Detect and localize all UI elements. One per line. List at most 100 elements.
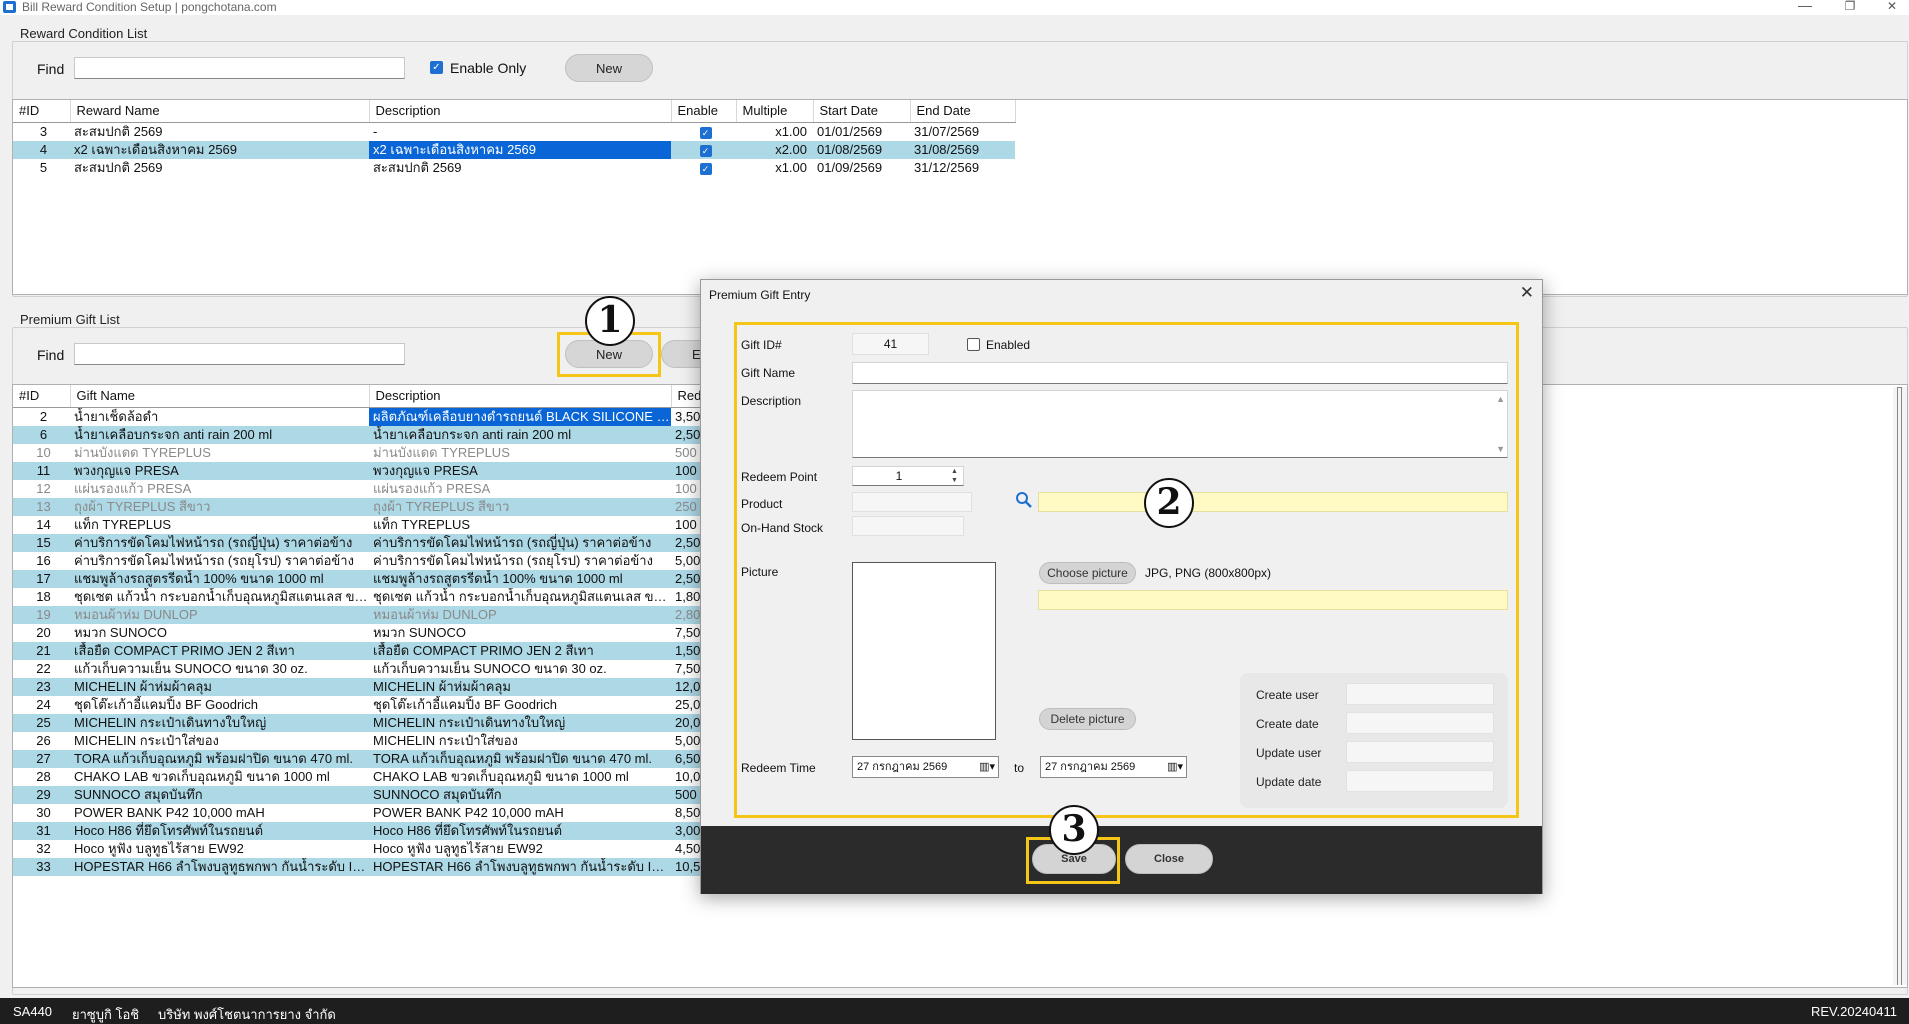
cell-enable[interactable]: ✓ — [671, 159, 736, 177]
cell-id: 28 — [36, 768, 51, 784]
cell-id: 23 — [13, 677, 70, 696]
cell-desc: CHAKO LAB ขวดเก็บอุณหภูมิ ขนาด 1000 ml — [373, 768, 629, 784]
reward-condition-group-label: Reward Condition List — [17, 26, 151, 41]
redeem-to-date[interactable]: 27 กรกฎาคม 2569 ▥▾ — [1040, 756, 1187, 778]
col-description[interactable]: Description — [369, 385, 672, 408]
reward-new-button[interactable]: New — [565, 54, 653, 82]
cell-multiple: x1.00 — [775, 123, 807, 139]
reward-grid[interactable]: #ID Reward Name Description Enable Multi… — [12, 99, 1908, 295]
redeem-point-stepper[interactable]: 1 — [852, 466, 964, 486]
checkbox-icon[interactable]: ✓ — [699, 144, 712, 157]
cell-desc: พวงกุญแจ PRESA — [369, 461, 671, 480]
redeem-from-date[interactable]: 27 กรกฎาคม 2569 ▥▾ — [852, 756, 999, 778]
product-code-input[interactable] — [852, 492, 972, 512]
col-id[interactable]: #ID — [13, 385, 71, 408]
stepper-arrows-icon[interactable]: ▲ ▼ — [951, 467, 958, 485]
scroll-down-icon[interactable]: ▼ — [1496, 444, 1505, 454]
cell-desc: MICHELIN ผ้าห่มผ้าคลุม — [369, 677, 671, 696]
cell-desc: POWER BANK P42 10,000 mAH — [373, 804, 564, 820]
enabled-label: Enabled — [986, 338, 1031, 352]
close-window-icon[interactable]: ✕ — [1882, 0, 1902, 13]
col-reward-name[interactable]: Reward Name — [70, 100, 370, 123]
gift-id-label: Gift ID# — [741, 338, 782, 352]
col-enable[interactable]: Enable — [671, 100, 737, 123]
cell-id: 13 — [13, 497, 70, 516]
cell-id: 6 — [13, 425, 70, 444]
status-revision: REV.20240411 — [1810, 1004, 1897, 1019]
gift-name-input[interactable] — [852, 362, 1508, 384]
col-multiple[interactable]: Multiple — [736, 100, 814, 123]
checkbox-icon[interactable]: ✓ — [699, 162, 712, 175]
dialog-close-icon[interactable]: ✕ — [1520, 283, 1534, 303]
status-branch-code: SA440 — [13, 1004, 53, 1019]
gift-find-label: Find — [37, 347, 65, 363]
audit-panel: Create user Create date Update user Upda… — [1240, 673, 1508, 808]
cell-desc: แผ่นรองแก้ว PRESA — [373, 480, 491, 496]
cell-desc: ถุงผ้า TYREPLUS สีขาว — [369, 497, 671, 516]
cell-desc: TORA แก้วเก็บอุณหภูมิ พร้อมฝาปิด ขนาด 47… — [369, 749, 671, 768]
redeem-from-value: 27 กรกฎาคม 2569 — [857, 761, 948, 773]
choose-picture-button[interactable]: Choose picture — [1039, 562, 1136, 584]
gift-find-input[interactable] — [74, 343, 405, 365]
cell-id: 32 — [36, 840, 51, 856]
cell-enable[interactable]: ✓ — [671, 122, 736, 141]
col-end-date[interactable]: End Date — [910, 100, 1016, 123]
cell-name: น้ำยาเช็ดล้อดำ — [74, 408, 159, 424]
checkbox-icon[interactable]: ✓ — [699, 126, 712, 139]
redeem-time-label: Redeem Time — [741, 761, 816, 775]
cell-id: 31 — [13, 821, 70, 840]
cell-desc: x2 เฉพาะเดือนสิงหาคม 2569 — [369, 140, 671, 159]
cell-id: 19 — [13, 605, 70, 624]
calendar-icon[interactable]: ▥▾ — [979, 757, 995, 777]
cell-enable[interactable]: ✓ — [671, 140, 736, 159]
cell-name: ม่านบังแดด TYREPLUS — [74, 444, 211, 460]
close-button[interactable]: Close — [1125, 844, 1213, 874]
cell-id: 27 — [13, 749, 70, 768]
cell-name: CHAKO LAB ขวดเก็บอุณหภูมิ ขนาด 1000 ml — [74, 768, 330, 784]
table-row[interactable]: 4 x2 เฉพาะเดือนสิงหาคม 2569 x2 เฉพาะเดือ… — [13, 140, 1015, 159]
cell-id: 33 — [13, 857, 70, 876]
cell-desc: ชุดเซต แก้วน้ำ กระบอกน้ำเก็บอุณหภูมิสแตน… — [373, 588, 671, 604]
delete-picture-button[interactable]: Delete picture — [1039, 708, 1136, 730]
enable-only-checkbox[interactable]: ✓ — [430, 61, 443, 74]
cell-desc: - — [373, 123, 378, 139]
search-icon[interactable] — [1015, 491, 1033, 509]
col-description[interactable]: Description — [369, 100, 672, 123]
cell-name: สะสมปกติ 2569 — [74, 159, 163, 175]
cell-desc: หมวก SUNOCO — [373, 624, 466, 640]
cell-id: 11 — [13, 461, 70, 480]
restore-icon[interactable]: ❐ — [1840, 0, 1860, 13]
cell-name: แชมพูล้างรถสูตรรีดน้ำ 100% ขนาด 1000 ml — [70, 569, 369, 588]
update-date-label: Update date — [1256, 775, 1322, 789]
create-date-label: Create date — [1256, 717, 1319, 731]
table-row[interactable]: 5 สะสมปกติ 2569 สะสมปกติ 2569 ✓ x1.00 01… — [13, 159, 1015, 177]
cell-id: 5 — [39, 159, 48, 175]
scroll-up-icon[interactable]: ▲ — [1496, 394, 1505, 404]
cell-name: ชุดโต๊ะเก้าอี้แคมปิ้ง BF Goodrich — [74, 696, 258, 712]
reward-find-input[interactable] — [74, 57, 405, 79]
cell-desc: เสื้อยืด COMPACT PRIMO JEN 2 สีเทา — [369, 641, 671, 660]
dialog-footer: Save Close — [701, 826, 1542, 894]
col-start-date[interactable]: Start Date — [813, 100, 911, 123]
scrollbar-thumb[interactable] — [1897, 387, 1902, 985]
cell-name: สะสมปกติ 2569 — [74, 123, 163, 139]
cell-desc: น้ำยาเคลือบกระจก anti rain 200 ml — [369, 425, 671, 444]
annotation-badge-2: 2 — [1144, 478, 1194, 528]
cell-id: 4 — [13, 140, 70, 159]
col-gift-name[interactable]: Gift Name — [70, 385, 370, 408]
minimize-icon[interactable]: — — [1795, 0, 1815, 13]
cell-desc: SUNNOCO สมุดบันทึก — [369, 785, 671, 804]
gift-grid-scrollbar[interactable] — [1893, 387, 1907, 985]
cell-start: 01/08/2569 — [813, 140, 910, 159]
app-icon — [3, 1, 16, 13]
redeem-to-value: 27 กรกฎาคม 2569 — [1045, 761, 1136, 773]
status-user: ยาซูบูกิ โอชิ — [72, 1007, 140, 1022]
onhand-stock-label: On-Hand Stock — [741, 521, 824, 535]
calendar-icon[interactable]: ▥▾ — [1167, 757, 1183, 777]
col-id[interactable]: #ID — [13, 100, 71, 123]
table-row[interactable]: 3 สะสมปกติ 2569 - ✓ x1.00 01/01/2569 31/… — [13, 122, 1015, 141]
cell-name: ค่าบริการขัดโคมไฟหน้ารถ (รถญี่ปุ่น) ราคา… — [70, 533, 369, 552]
description-textarea[interactable]: ▲ ▼ — [852, 390, 1508, 458]
cell-start: 01/01/2569 — [817, 123, 883, 139]
enabled-checkbox[interactable] — [967, 338, 980, 351]
